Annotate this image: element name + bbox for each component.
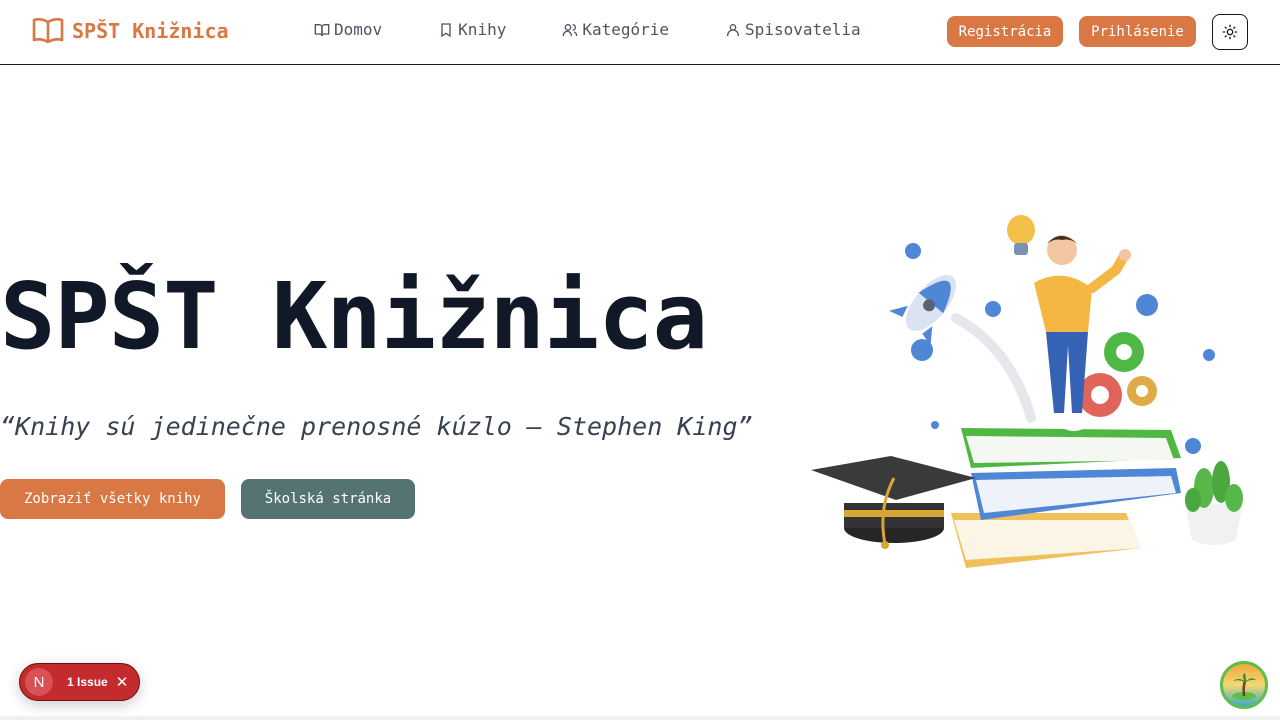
users-icon — [563, 23, 578, 36]
next-logo-icon: N — [25, 668, 53, 696]
user-icon — [727, 23, 740, 36]
nav-link-categories[interactable]: Kategórie — [562, 20, 669, 39]
book-open-icon — [314, 23, 330, 36]
issue-badge[interactable]: N 1 Issue ✕ — [19, 663, 140, 701]
palm-tree-icon — [1232, 673, 1256, 700]
sun-icon — [1222, 24, 1238, 40]
hero-quote: “Knihy sú jedinečne prenosné kúzlo — Ste… — [0, 412, 753, 441]
theme-toggle-button[interactable] — [1212, 14, 1248, 50]
book-logo-icon — [32, 18, 64, 44]
nav-link-home[interactable]: Domov — [314, 20, 382, 39]
nav-link-label: Domov — [334, 20, 383, 39]
view-all-books-button[interactable]: Zobraziť všetky knihy — [0, 479, 225, 519]
nav-link-label: Kategórie — [582, 20, 670, 39]
hero-title: SPŠT Knižnica — [0, 263, 708, 370]
nav-link-label: Spisovatelia — [745, 20, 861, 39]
close-icon[interactable]: ✕ — [116, 673, 129, 691]
issue-count: 1 Issue — [67, 675, 108, 689]
login-button[interactable]: Prihlásenie — [1079, 16, 1196, 47]
assistant-avatar[interactable] — [1220, 661, 1268, 709]
register-button[interactable]: Registrácia — [947, 16, 1063, 47]
nav-link-books[interactable]: Knihy — [438, 20, 506, 39]
school-website-button[interactable]: Školská stránka — [241, 479, 415, 519]
main-nav: Domov Knihy Kategórie Spisovatelia — [314, 20, 861, 39]
navbar: SPŠT Knižnica Domov Knihy Kategórie Spis… — [0, 0, 1280, 65]
nav-link-authors[interactable]: Spisovatelia — [725, 20, 861, 39]
bottom-strip — [0, 716, 1280, 720]
brand-name: SPŠT Knižnica — [72, 19, 229, 43]
hero-illustration — [811, 215, 1243, 568]
bookmark-icon — [441, 22, 451, 37]
brand-link[interactable]: SPŠT Knižnica — [32, 16, 229, 46]
nav-link-label: Knihy — [458, 20, 507, 39]
